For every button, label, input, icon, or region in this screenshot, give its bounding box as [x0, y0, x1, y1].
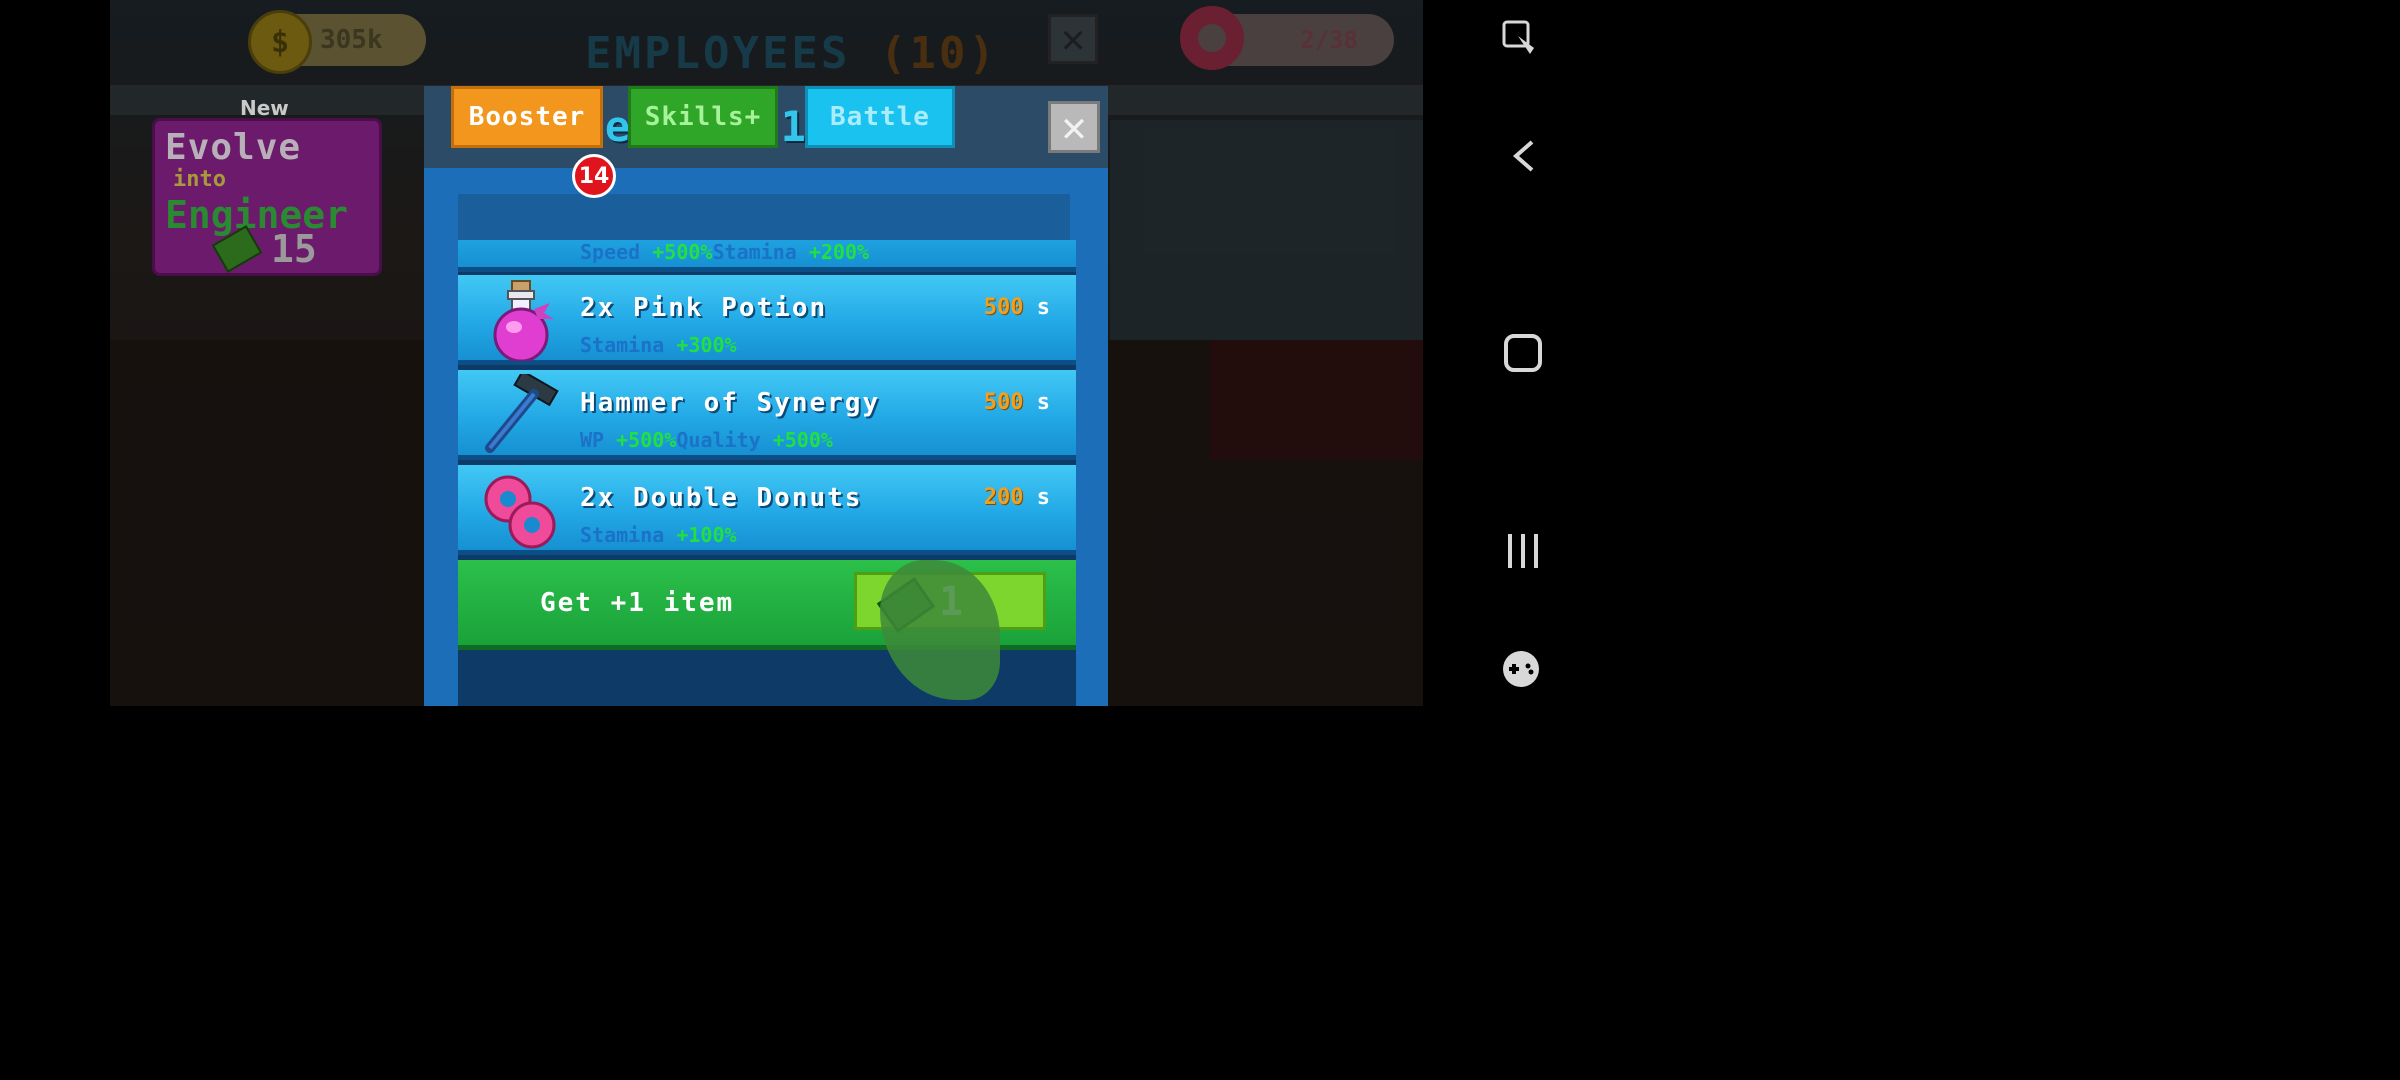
item-stats: Speed +500%Stamina +200% — [580, 240, 870, 264]
list-item[interactable]: Hammer of Synergy WP +500%Quality +500% … — [458, 370, 1076, 460]
list-item[interactable]: 2x Pink Potion Stamina +300% 500 s — [458, 275, 1076, 365]
employees-close-button[interactable]: ✕ — [1048, 14, 1098, 64]
screenshot-tool-icon[interactable] — [1500, 18, 1540, 58]
tab-battle[interactable]: Battle — [805, 86, 955, 148]
new-label: New — [240, 96, 289, 120]
evolve-line2: into — [173, 167, 226, 192]
pink-potion-icon — [493, 280, 554, 361]
evolve-line3: Engineer — [165, 193, 349, 237]
hammer-icon — [485, 374, 559, 453]
donut-icon — [1180, 6, 1244, 70]
tab-strip — [458, 194, 1070, 240]
close-icon: ✕ — [1061, 102, 1087, 151]
evolve-cost: 15 — [271, 227, 317, 271]
item-stats: Stamina +100% — [580, 523, 737, 547]
home-icon[interactable] — [1502, 332, 1544, 374]
booster-count-badge: 14 — [572, 154, 616, 198]
item-duration: 200 s — [983, 485, 1050, 510]
money-value: 305k — [320, 25, 383, 55]
item-name: 2x Double Donuts — [580, 483, 863, 513]
system-navigation-bar — [1423, 0, 1568, 706]
back-icon[interactable] — [1506, 136, 1542, 176]
evolve-card[interactable]: Evolve into Engineer 15 — [152, 118, 382, 276]
item-name: 2x Pink Potion — [580, 293, 828, 323]
money-counter[interactable]: $ 305k — [248, 10, 426, 74]
recent-apps-icon[interactable] — [1504, 530, 1542, 572]
evolve-line1: Evolve — [165, 127, 302, 168]
list-item[interactable]: 2x Double Donuts Stamina +100% 200 s — [458, 465, 1076, 555]
donut-counter[interactable]: 2/38 — [1180, 6, 1394, 70]
item-stats: Stamina +300% — [580, 333, 737, 357]
list-item[interactable]: Speed +500%Stamina +200% — [458, 240, 1076, 272]
tab-booster[interactable]: Booster — [451, 86, 603, 148]
coin-icon: $ — [248, 10, 312, 74]
item-duration: 500 s — [983, 295, 1050, 320]
item-stats: WP +500%Quality +500% — [580, 428, 833, 452]
employees-title: EMPLOYEES (10) — [585, 28, 998, 79]
tab-skills[interactable]: Skills+ — [628, 86, 778, 148]
close-button[interactable]: ✕ — [1048, 101, 1100, 153]
item-name: Hammer of Synergy — [580, 388, 881, 418]
get-item-label: Get +1 item — [540, 588, 735, 618]
donut-count: 2/38 — [1300, 26, 1358, 54]
game-tools-icon[interactable] — [1500, 648, 1542, 690]
donut-icon — [484, 475, 556, 549]
item-duration: 500 s — [983, 390, 1050, 415]
